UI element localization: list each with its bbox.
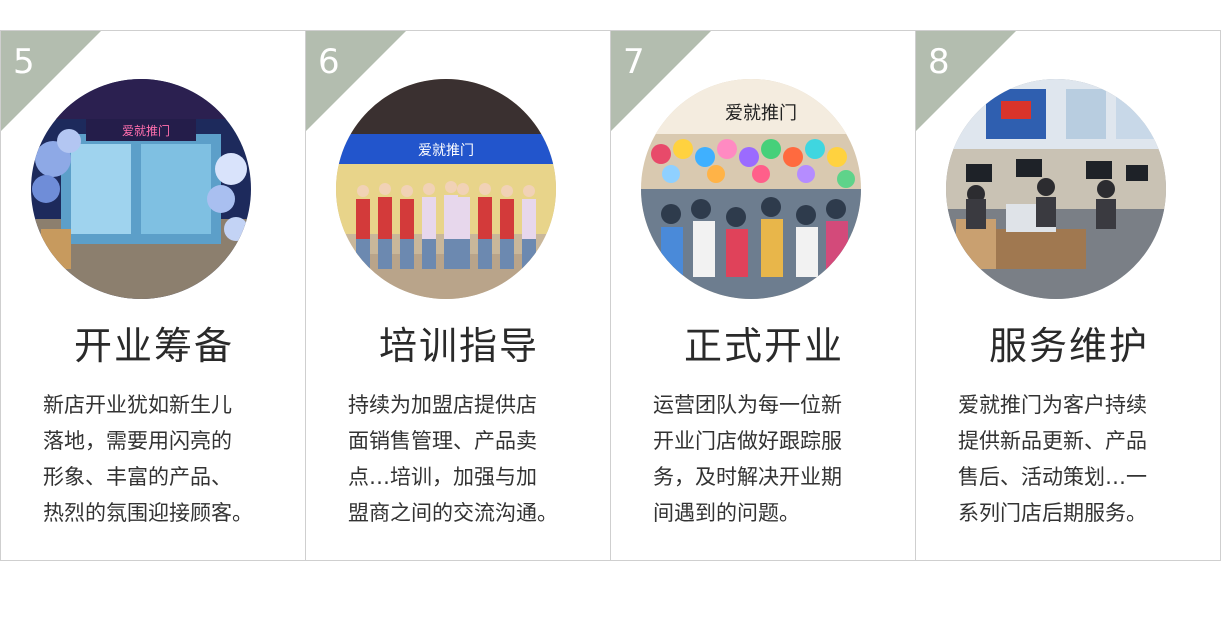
process-steps-row: 5 爱就推门 开业筹备 新店开业犹如新生儿 落地，需要用闪亮的 形象、丰富的产品… <box>0 30 1224 561</box>
description-line: 提供新品更新、产品 <box>958 429 1147 453</box>
step-title: 开业筹备 <box>73 324 234 368</box>
description-line: 形象、丰富的产品、 <box>43 465 232 489</box>
description-line: 爱就推门为客户持续 <box>958 393 1147 417</box>
opening-crowd-photo: 爱就推门 <box>641 79 861 299</box>
description-line: 热烈的氛围迎接顾客。 <box>43 501 253 525</box>
description-line: 开业门店做好跟踪服 <box>653 429 842 453</box>
step-description: 持续为加盟店提供店 面销售管理、产品卖 点…培训，加强与加 盟商之间的交流沟通。 <box>348 387 593 531</box>
step-number: 8 <box>928 42 950 82</box>
description-line: 落地，需要用闪亮的 <box>43 429 232 453</box>
description-line: 系列门店后期服务。 <box>958 501 1147 525</box>
description-line: 点…培训，加强与加 <box>348 465 537 489</box>
photo-sign-text: 爱就推门 <box>725 103 797 124</box>
step-number: 5 <box>13 42 35 82</box>
step-title: 正式开业 <box>683 324 844 368</box>
photo-sign-text: 爱就推门 <box>418 143 474 159</box>
step-card-opening-prep: 5 爱就推门 开业筹备 新店开业犹如新生儿 落地，需要用闪亮的 形象、丰富的产品… <box>0 30 306 561</box>
step-card-training: 6 爱就推门 培训指导 持续为加盟店提供店 面销售管理、产品卖 点…培训，加强与… <box>305 30 611 561</box>
step-card-service: 8 服务维护 爱就推门为客户持续 提供新品更新、产品 售后、活动策划…一 系列门… <box>915 30 1221 561</box>
description-line: 间遇到的问题。 <box>653 501 800 525</box>
step-title: 培训指导 <box>378 324 539 368</box>
store-entrance-photo: 爱就推门 <box>31 79 251 299</box>
description-line: 新店开业犹如新生儿 <box>43 393 232 417</box>
step-card-grand-opening: 7 爱就推门 正式开业 运营团队为每一位新 开业门店做好跟踪服 务，及时解决开业… <box>610 30 916 561</box>
photo-sign-text: 爱就推门 <box>122 123 170 138</box>
description-line: 售后、活动策划…一 <box>958 465 1147 489</box>
description-line: 持续为加盟店提供店 <box>348 393 537 417</box>
step-number: 6 <box>318 42 340 82</box>
office-team-photo <box>946 79 1166 299</box>
step-description: 新店开业犹如新生儿 落地，需要用闪亮的 形象、丰富的产品、 热烈的氛围迎接顾客。 <box>43 387 288 531</box>
step-description: 爱就推门为客户持续 提供新品更新、产品 售后、活动策划…一 系列门店后期服务。 <box>958 387 1203 531</box>
step-title: 服务维护 <box>988 324 1149 368</box>
description-line: 面销售管理、产品卖 <box>348 429 537 453</box>
step-description: 运营团队为每一位新 开业门店做好跟踪服 务，及时解决开业期 间遇到的问题。 <box>653 387 898 531</box>
description-line: 运营团队为每一位新 <box>653 393 842 417</box>
description-line: 务，及时解决开业期 <box>653 465 842 489</box>
staff-group-photo: 爱就推门 <box>336 79 556 299</box>
step-number: 7 <box>623 42 645 82</box>
description-line: 盟商之间的交流沟通。 <box>348 501 558 525</box>
